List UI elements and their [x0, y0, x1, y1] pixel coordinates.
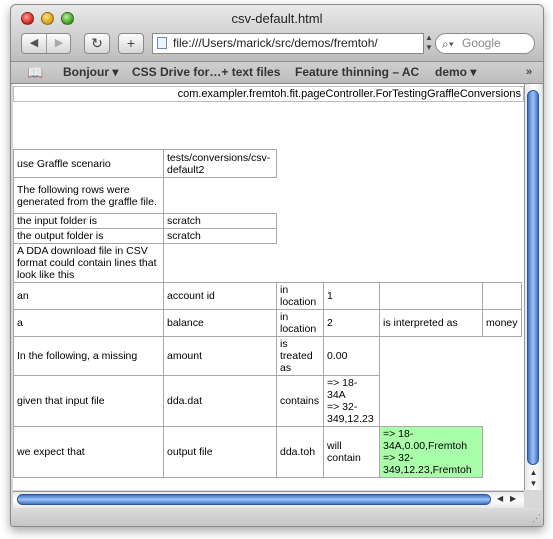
table-cell — [379, 282, 483, 310]
table-cell: 2 — [323, 309, 380, 337]
table-cell: the output folder is — [13, 228, 164, 244]
bookmarks-bar: 📖 Bonjour ▾ CSS Drive for…+ text files F… — [11, 62, 543, 84]
address-text: file:///Users/marick/src/demos/fremtoh/ — [173, 36, 378, 50]
table-cell: tests/conversions/csv-default2 — [163, 149, 277, 178]
table-cell: dda.dat — [163, 375, 277, 427]
fixture-class-name: com.exampler.fremtoh.fit.pageController.… — [13, 86, 524, 102]
horizontal-scrollbar[interactable]: ◀ ▶ — [13, 491, 524, 508]
search-field[interactable]: ⌕▾ Google — [435, 33, 535, 54]
table-cell: will contain — [323, 426, 380, 478]
bookmarks-overflow-icon[interactable]: » — [526, 62, 532, 83]
table-row: a balance in location 2 is interpreted a… — [13, 309, 522, 337]
table-cell: output file — [163, 426, 277, 478]
reload-button[interactable]: ↻ — [84, 33, 110, 54]
scroll-left-icon[interactable]: ◀ — [497, 494, 503, 503]
scroll-up-icon[interactable]: ▲ — [525, 468, 542, 478]
vertical-scroll-thumb[interactable] — [527, 90, 539, 465]
table-cell: 1 — [323, 282, 380, 310]
add-bookmark-button[interactable]: + — [118, 33, 144, 54]
table-cell: amount — [163, 336, 277, 376]
passed-table-cell: => 18-34A,0.00,Fremtoh => 32-349,12.23,F… — [379, 426, 483, 478]
fit-table: use Graffle scenario tests/conversions/c… — [13, 149, 522, 478]
back-button[interactable]: ◀ — [22, 34, 46, 53]
table-row: given that input file dda.dat contains =… — [13, 375, 522, 427]
table-cell: In the following, a missing — [13, 336, 164, 376]
table-cell: scratch — [163, 213, 277, 229]
search-placeholder: Google — [462, 36, 501, 50]
table-cell — [482, 282, 522, 310]
table-cell: use Graffle scenario — [13, 149, 164, 178]
title-bar: csv-default.html ◀ ▶ ↻ + file:///Users/m… — [11, 5, 543, 62]
page-content: com.exampler.fremtoh.fit.pageController.… — [13, 84, 524, 490]
table-row: In the following, a missing amount is tr… — [13, 336, 522, 376]
table-cell: The following rows were generated from t… — [13, 177, 164, 214]
table-cell: contains — [276, 375, 324, 427]
bookmark-bonjour[interactable]: Bonjour ▾ — [63, 62, 118, 83]
back-forward-buttons: ◀ ▶ — [21, 33, 71, 54]
table-row: use Graffle scenario tests/conversions/c… — [13, 149, 522, 178]
vertical-scrollbar[interactable]: ▲ ▼ — [524, 84, 542, 490]
forward-button[interactable]: ▶ — [47, 34, 71, 53]
scroll-right-icon[interactable]: ▶ — [510, 494, 516, 503]
table-row: we expect that output file dda.toh will … — [13, 426, 522, 478]
table-cell: in location — [276, 282, 324, 310]
table-cell: is interpreted as — [379, 309, 483, 337]
table-cell: is treated as — [276, 336, 324, 376]
table-cell: 0.00 — [323, 336, 380, 376]
bookmark-demo[interactable]: demo ▾ — [435, 62, 476, 83]
window-title: csv-default.html — [231, 11, 323, 26]
address-bar-arrows-icon[interactable]: ▲ ▼ — [425, 33, 433, 54]
bookmark-feature-thinning[interactable]: Feature thinning – AC — [295, 62, 419, 83]
book-icon[interactable]: 📖 — [27, 62, 43, 83]
table-cell: => 18-34A => 32-349,12.23 — [323, 375, 380, 427]
table-row: an account id in location 1 — [13, 282, 522, 310]
table-row: A DDA download file in CSV format could … — [13, 243, 522, 283]
resize-grip-icon[interactable]: ⋰ — [532, 513, 541, 524]
table-cell: an — [13, 282, 164, 310]
page-icon — [157, 37, 167, 49]
table-row: the input folder is scratch — [13, 213, 522, 229]
table-cell: a — [13, 309, 164, 337]
search-icon: ⌕▾ — [442, 37, 454, 51]
bookmark-css-drive[interactable]: CSS Drive for…+ text files — [132, 62, 280, 83]
table-cell: account id — [163, 282, 277, 310]
horizontal-scroll-thumb[interactable] — [17, 494, 491, 505]
table-cell: money — [482, 309, 522, 337]
table-row: the output folder is scratch — [13, 228, 522, 244]
table-cell: given that input file — [13, 375, 164, 427]
table-cell: the input folder is — [13, 213, 164, 229]
table-cell: we expect that — [13, 426, 164, 478]
scroll-down-icon[interactable]: ▼ — [525, 479, 542, 489]
table-cell: in location — [276, 309, 324, 337]
table-cell: dda.toh — [276, 426, 324, 478]
table-cell: scratch — [163, 228, 277, 244]
address-bar[interactable]: file:///Users/marick/src/demos/fremtoh/ — [152, 33, 424, 54]
status-bar: ⋰ — [11, 508, 543, 526]
browser-window: csv-default.html ◀ ▶ ↻ + file:///Users/m… — [10, 4, 544, 527]
table-row: The following rows were generated from t… — [13, 177, 522, 214]
table-cell: A DDA download file in CSV format could … — [13, 243, 164, 283]
table-cell: balance — [163, 309, 277, 337]
